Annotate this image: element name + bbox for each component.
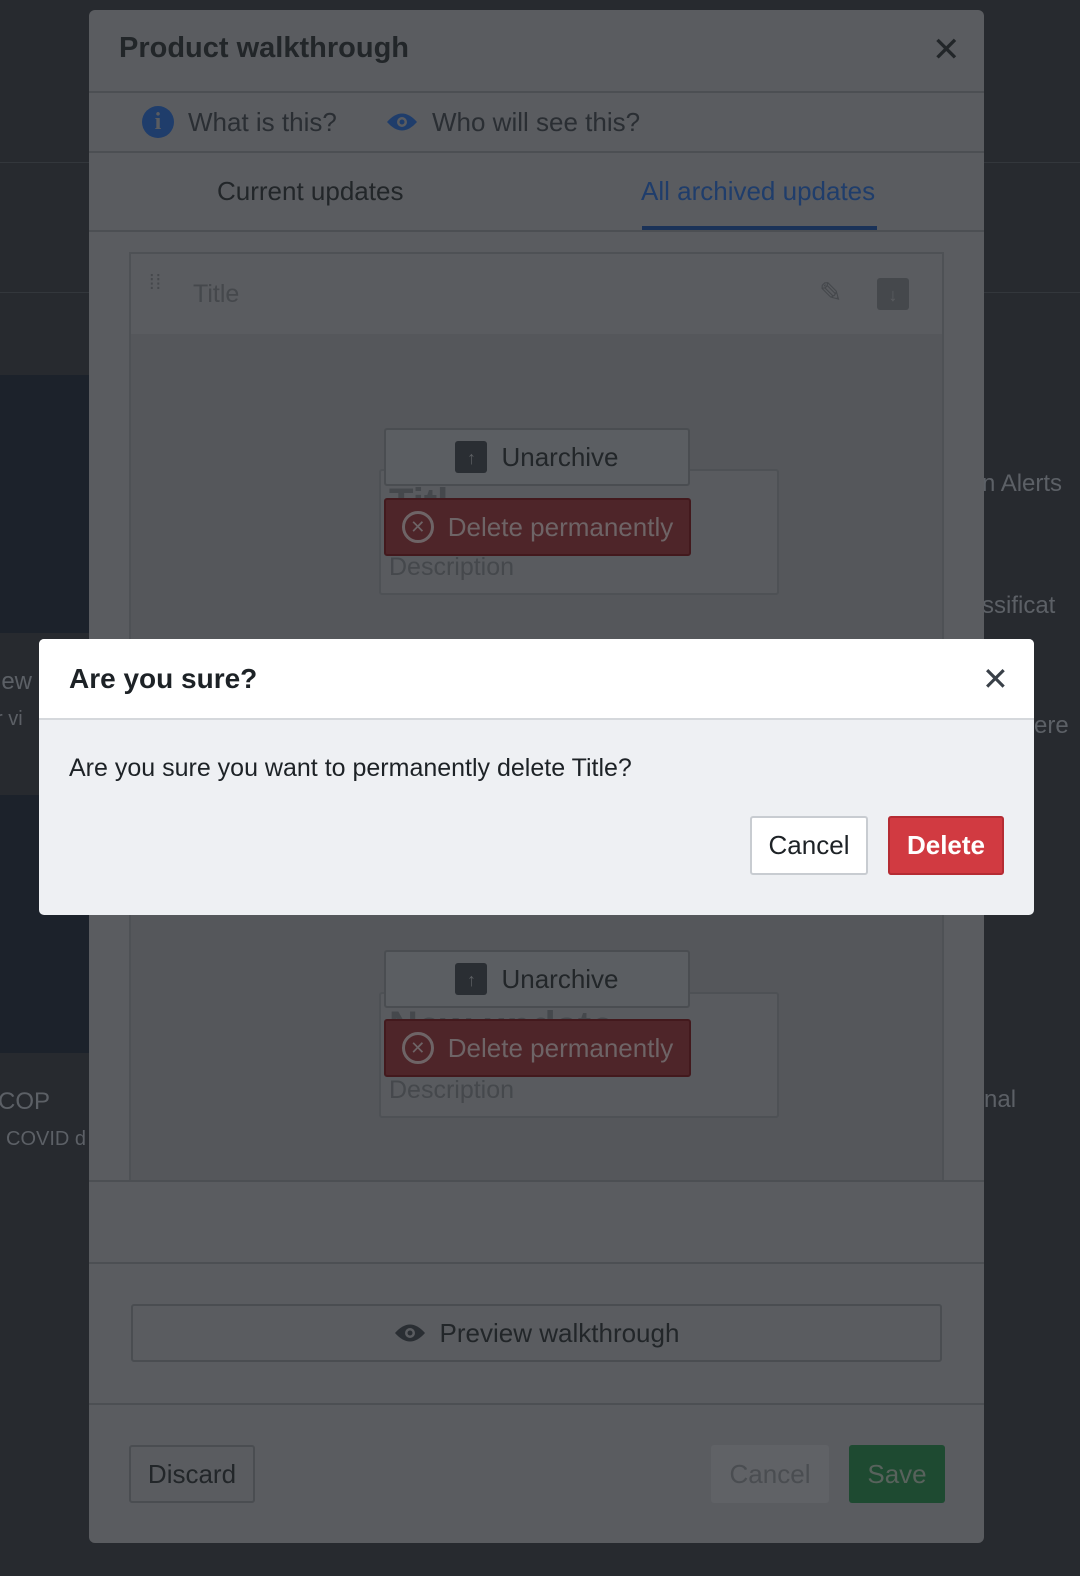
close-icon[interactable]: ✕ <box>982 661 1009 697</box>
preview-description: Description <box>389 553 515 581</box>
save-button[interactable]: Save <box>849 1445 945 1503</box>
modal-title: Product walkthrough <box>119 32 409 64</box>
eye-icon <box>394 1324 425 1342</box>
confirm-dialog-title: Are you sure? <box>69 663 258 694</box>
what-is-this-link[interactable]: i What is this? <box>142 104 337 140</box>
unarchive-icon: ↑ <box>455 963 488 995</box>
delete-permanently-label: Delete permanently <box>447 1032 674 1063</box>
preview-walkthrough-button[interactable]: Preview walkthrough <box>131 1304 942 1362</box>
delete-permanently-button[interactable]: ✕ Delete permanently <box>384 498 691 556</box>
background-text: iew <box>0 668 33 695</box>
tab-current-updates[interactable]: Current updates <box>217 176 403 207</box>
cancel-button[interactable]: Cancel <box>711 1445 829 1503</box>
background-tile <box>0 375 89 633</box>
close-icon[interactable]: ✕ <box>932 32 961 68</box>
archived-update-card: New update Description ↑ Unarchive ✕ Del… <box>129 890 944 1182</box>
delete-permanently-label: Delete permanently <box>447 511 674 542</box>
confirm-dialog-message: Are you sure you want to permanently del… <box>69 754 632 782</box>
preview-description: Description <box>389 1076 515 1104</box>
who-will-see-label: Who will see this? <box>432 106 641 137</box>
confirm-delete-button[interactable]: Delete <box>888 816 1004 875</box>
unarchive-label: Unarchive <box>501 441 619 472</box>
background-text: COVID d <box>6 1128 87 1150</box>
circle-x-icon: ✕ <box>401 511 434 543</box>
tab-all-archived-updates[interactable]: All archived updates <box>641 176 875 207</box>
unarchive-button[interactable]: ↑ Unarchive <box>384 428 690 486</box>
delete-permanently-button[interactable]: ✕ Delete permanently <box>384 1019 691 1077</box>
background-text: r vi <box>0 708 23 730</box>
background-text: ere <box>1034 712 1069 739</box>
unarchive-button[interactable]: ↑ Unarchive <box>384 950 690 1008</box>
archived-update-card: ⁞⁞ Title ✎ ↓ Title Description ↑ Unarchi… <box>129 252 944 652</box>
background-text: nal <box>984 1086 1017 1113</box>
pencil-icon[interactable]: ✎ <box>819 276 842 309</box>
discard-button[interactable]: Discard <box>129 1445 255 1503</box>
what-is-this-label: What is this? <box>188 106 337 137</box>
eye-icon <box>387 113 417 131</box>
confirm-dialog: Are you sure? ✕ Are you sure you want to… <box>39 639 1034 915</box>
preview-walkthrough-label: Preview walkthrough <box>439 1317 680 1348</box>
background-text: COP <box>0 1088 51 1115</box>
card-header-title: Title <box>193 280 240 308</box>
confirm-cancel-button[interactable]: Cancel <box>750 816 868 875</box>
background-text: ssificat <box>982 592 1056 619</box>
info-icon: i <box>142 106 174 138</box>
unarchive-icon: ↑ <box>455 441 488 473</box>
drag-handle-icon[interactable]: ⁞⁞ <box>149 273 162 293</box>
who-will-see-link[interactable]: Who will see this? <box>386 104 640 140</box>
archive-icon[interactable]: ↓ <box>877 278 909 310</box>
background-text: n Alerts <box>982 470 1063 497</box>
unarchive-label: Unarchive <box>501 963 619 994</box>
circle-x-icon: ✕ <box>401 1032 434 1064</box>
